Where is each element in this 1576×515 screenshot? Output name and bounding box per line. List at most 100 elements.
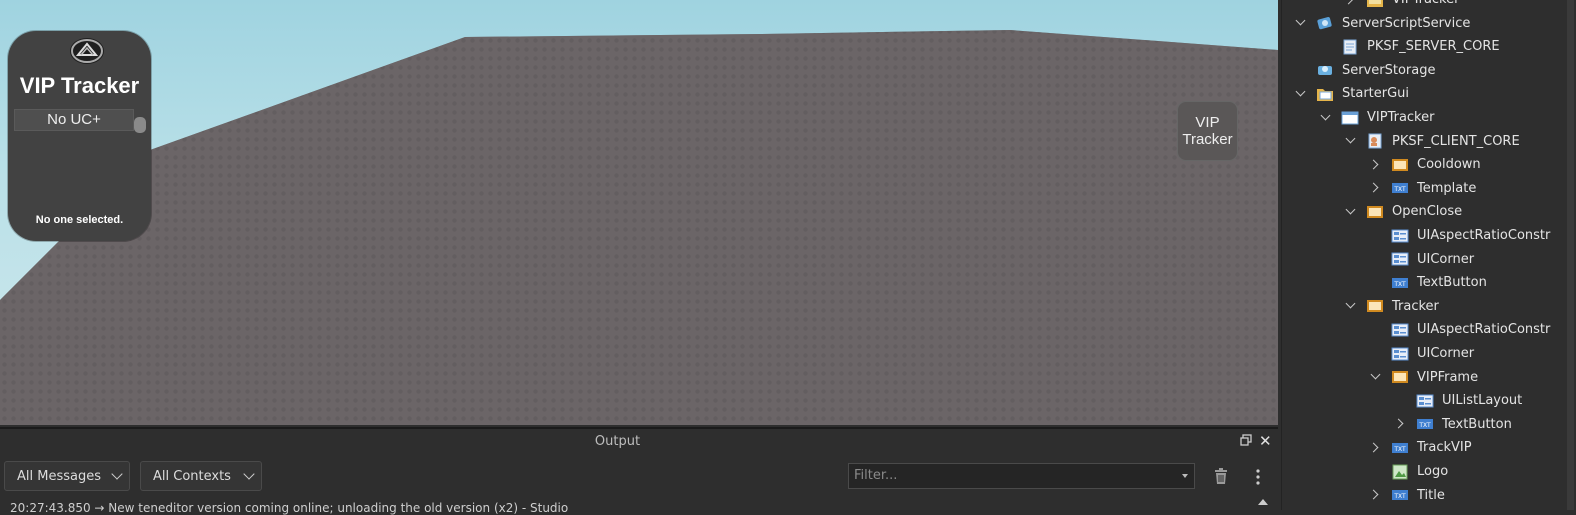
ui-constraint-icon [1391,228,1409,244]
explorer-item-template[interactable]: TXT Template [1369,177,1476,200]
filter-placeholder: Filter... [854,468,898,483]
explorer-item-label: Logo [1417,464,1449,479]
svg-text:TXT: TXT [1393,446,1406,453]
explorer-item-textbutton[interactable]: TXT TextButton [1394,413,1512,436]
chevron-right-icon[interactable] [1369,488,1383,502]
explorer-item-label: VIPTracker [1392,0,1459,7]
explorer-item-label: TextButton [1417,275,1487,291]
contexts-filter-dropdown[interactable]: All Contexts [140,461,262,491]
explorer-item-tracker[interactable]: Tracker [1344,295,1439,318]
vip-tracker-toggle-button[interactable]: VIP Tracker [1177,101,1238,161]
chevron-down-icon[interactable] [1344,205,1358,219]
explorer-item-logo[interactable]: Logo [1369,460,1448,483]
script-icon [1341,39,1359,55]
server-script-service-icon [1316,15,1334,31]
explorer-scrollbar[interactable] [1567,0,1574,510]
explorer-item-trackvip[interactable]: TXT TrackVIP [1369,436,1472,459]
text-button-icon: TXT [1391,440,1409,456]
trash-icon[interactable] [1212,467,1230,485]
explorer-item-label: Template [1417,180,1477,196]
text-button-icon: TXT [1391,275,1409,291]
explorer-item-uiaspectratioconstr[interactable]: UIAspectRatioConstr [1369,318,1550,341]
explorer-item-label: TextButton [1442,416,1512,432]
chevron-down-icon[interactable] [1369,370,1383,384]
explorer-item-vipframe[interactable]: VIPFrame [1369,366,1478,389]
chevron-right-icon[interactable] [1344,0,1358,7]
frame-icon [1391,369,1409,385]
explorer-item-label: Cooldown [1417,157,1481,173]
explorer-item-textbutton[interactable]: TXT TextButton [1369,271,1487,294]
explorer-item-label: ServerScriptService [1342,15,1471,31]
chevron-right-icon[interactable] [1369,158,1383,172]
explorer-item-uicorner[interactable]: UICorner [1369,248,1474,271]
explorer-item-label: Title [1417,487,1445,503]
chevron-down-icon[interactable] [1294,16,1308,30]
vip-list-item[interactable]: No UC+ [14,109,134,131]
explorer-item-pksf-client-core[interactable]: PKSF_CLIENT_CORE [1344,130,1520,153]
explorer-item-pksf-server-core[interactable]: PKSF_SERVER_CORE [1319,35,1500,58]
explorer-item-label: ServerStorage [1342,62,1436,78]
explorer-item-label: StarterGui [1342,86,1410,102]
explorer-item-startergui[interactable]: StarterGui [1294,82,1409,105]
explorer-item-serverscriptservice[interactable]: ServerScriptService [1294,12,1470,35]
explorer-item-label: OpenClose [1392,204,1463,220]
explorer-item-label: UICorner [1417,346,1475,361]
explorer-item-uilistlayout[interactable]: UIListLayout [1394,389,1522,412]
folder-icon [1366,0,1384,8]
filter-input[interactable]: Filter... [848,463,1195,489]
text-label-icon: TXT [1391,487,1409,503]
explorer-item-viptracker[interactable]: VIPTracker [1344,0,1459,11]
explorer-item-label: UICorner [1417,251,1475,267]
caret-down-icon[interactable] [1182,474,1188,478]
chevron-right-icon[interactable] [1369,441,1383,455]
explorer-item-label: UIAspectRatioConstr [1417,322,1551,338]
close-icon[interactable]: ✕ [1259,432,1272,450]
text-button-icon: TXT [1416,416,1434,432]
explorer-item-uiaspectratioconstr[interactable]: UIAspectRatioConstr [1369,224,1550,247]
vip-button-label-line1: VIP [1195,114,1220,131]
baseplate-scene [0,30,1278,425]
chevron-right-icon[interactable] [1369,181,1383,195]
scroll-up-icon[interactable] [1258,499,1268,505]
messages-filter-dropdown[interactable]: All Messages [4,461,130,491]
explorer-item-viptracker[interactable]: VIPTracker [1319,106,1434,129]
viewport-3d[interactable]: VIP Tracker No UC+ No one selected. VIP … [0,0,1278,425]
explorer-item-uicorner[interactable]: UICorner [1369,342,1474,365]
explorer-item-title[interactable]: TXT Title [1369,484,1445,507]
output-log-line: 20:27:43.850 → New teneditor version com… [10,501,569,515]
chevron-down-icon[interactable] [1344,299,1358,313]
chevron-down-icon[interactable] [1344,134,1358,148]
chevron-down-icon[interactable] [1294,87,1308,101]
vip-button-label-line2: Tracker [1182,131,1233,148]
vip-status-text: No one selected. [35,214,124,226]
ui-constraint-icon [1391,346,1409,362]
chevron-down-icon[interactable] [1319,111,1333,125]
frame-icon [1366,204,1384,220]
chevron-right-icon[interactable] [1394,417,1408,431]
more-options-icon[interactable] [1255,468,1261,486]
explorer-item-label: PKSF_CLIENT_CORE [1392,133,1520,149]
frame-icon [1366,298,1384,314]
explorer-item-openclose[interactable]: OpenClose [1344,200,1462,223]
vip-scrollbar[interactable] [134,117,146,133]
explorer-item-label: VIPFrame [1417,369,1479,385]
output-panel: Output ✕ All Messages All Contexts Filte… [0,427,1278,515]
explorer-item-serverstorage[interactable]: ServerStorage [1294,59,1436,82]
explorer-item-label: UIAspectRatioConstr [1417,228,1551,243]
dock-icon[interactable] [1240,434,1252,449]
explorer-item-cooldown[interactable]: Cooldown [1369,153,1481,176]
frame-icon [1391,157,1409,173]
logo-icon [70,38,104,64]
local-script-icon [1366,133,1384,149]
server-storage-icon [1316,62,1334,78]
explorer-item-label: TrackVIP [1417,440,1472,456]
